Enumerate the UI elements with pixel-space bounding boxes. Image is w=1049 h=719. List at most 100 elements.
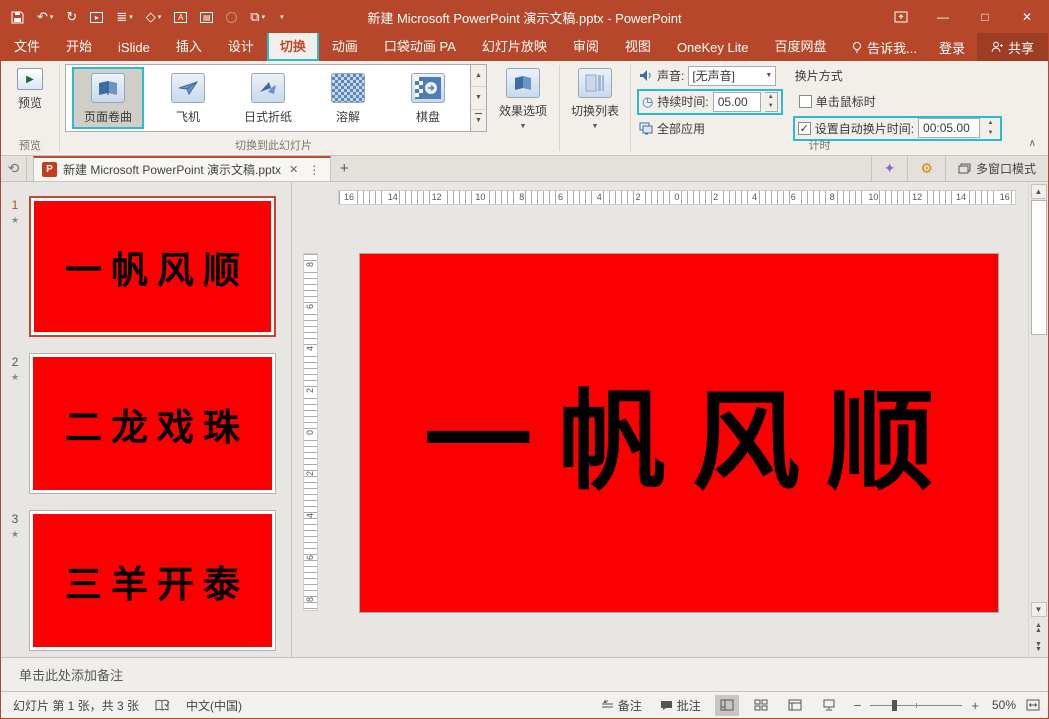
textbox-icon[interactable]: A bbox=[174, 12, 187, 23]
slide-title-text: 二龙戏珠 bbox=[56, 397, 249, 451]
slide-counter[interactable]: 幻灯片 第 1 张，共 3 张 bbox=[13, 697, 139, 714]
transition-gallery: 页面卷曲 飞机 日式折纸 溶解 棋盘 bbox=[65, 64, 471, 132]
fit-to-window-button[interactable] bbox=[1026, 699, 1040, 711]
comments-toggle[interactable]: 批注 bbox=[656, 697, 705, 714]
on-mouse-click-checkbox[interactable] bbox=[799, 95, 812, 108]
maximize-button[interactable]: □ bbox=[964, 1, 1006, 33]
zoom-slider-track[interactable] bbox=[870, 705, 962, 706]
slide-canvas[interactable]: 一帆风顺 bbox=[359, 253, 999, 613]
duration-spinner[interactable]: ▲▼ bbox=[765, 92, 778, 112]
zoom-out-icon[interactable]: − bbox=[851, 698, 865, 713]
duration-input[interactable]: 05.00 bbox=[713, 92, 761, 112]
login-button[interactable]: 登录 bbox=[927, 38, 977, 57]
transition-page-curl[interactable]: 页面卷曲 bbox=[73, 68, 143, 128]
apply-all-row[interactable]: 全部应用 bbox=[639, 118, 781, 139]
auto-advance-spinner[interactable]: ▲▼ bbox=[984, 118, 997, 138]
new-tab-icon[interactable]: + bbox=[331, 156, 357, 181]
minimize-button[interactable]: — bbox=[922, 1, 964, 33]
tab-onekey-lite[interactable]: OneKey Lite bbox=[664, 35, 762, 61]
tab-file[interactable]: 文件 bbox=[1, 31, 53, 61]
zoom-percentage[interactable]: 50% bbox=[992, 698, 1016, 712]
auto-advance-checkbox[interactable]: ✓ bbox=[798, 122, 811, 135]
tab-options-icon[interactable]: ⋮ bbox=[306, 163, 322, 177]
next-slide-icon[interactable]: ▼▼ bbox=[1031, 639, 1047, 655]
start-slideshow-icon[interactable]: ▸ bbox=[90, 12, 103, 23]
notes-pane[interactable]: 单击此处添加备注 bbox=[1, 657, 1048, 691]
scrollbar-thumb[interactable] bbox=[1031, 200, 1047, 335]
gallery-scroll-up-icon[interactable]: ▲ bbox=[471, 65, 486, 87]
transition-dissolve[interactable]: 溶解 bbox=[313, 68, 383, 128]
apply-all-icon bbox=[639, 122, 653, 135]
slide-thumbnail-1[interactable]: 1 ★ 一帆风顺 bbox=[1, 196, 291, 337]
auto-advance-input[interactable]: 00:05.00 bbox=[918, 118, 980, 138]
settings-button[interactable]: ⚙ bbox=[907, 156, 945, 181]
redo-icon[interactable]: ↻ bbox=[66, 9, 77, 25]
slide-sorter-icon bbox=[754, 699, 768, 711]
customize-qat-icon[interactable]: ▾ bbox=[278, 13, 284, 21]
sound-select[interactable]: [无声音]▼ bbox=[688, 66, 776, 86]
save-icon[interactable] bbox=[11, 11, 24, 24]
document-tab-title: 新建 Microsoft PowerPoint 演示文稿.pptx bbox=[63, 161, 281, 178]
spin-down-icon: ▼ bbox=[765, 102, 777, 111]
language-indicator[interactable]: 中文(中国) bbox=[186, 697, 242, 714]
zoom-in-icon[interactable]: + bbox=[968, 698, 982, 713]
duration-row: ◷ 持续时间: 05.00 ▲▼ bbox=[639, 91, 781, 112]
share-button[interactable]: 共享 bbox=[977, 33, 1048, 61]
tab-slideshow[interactable]: 幻灯片放映 bbox=[469, 31, 560, 61]
on-mouse-click-row[interactable]: 单击鼠标时 bbox=[795, 91, 1000, 112]
notes-toggle[interactable]: 备注 bbox=[597, 697, 646, 714]
tab-pocket-animation[interactable]: 口袋动画 PA bbox=[371, 31, 469, 61]
undo-icon[interactable]: ↶▾ bbox=[37, 9, 53, 25]
transition-airplane[interactable]: 飞机 bbox=[153, 68, 223, 128]
vertical-scrollbar[interactable]: ▲ ▼ ▲▲ ▼▼ bbox=[1028, 182, 1048, 657]
zoom-slider-thumb[interactable] bbox=[892, 700, 897, 711]
arrange-icon[interactable]: ⧉▾ bbox=[250, 9, 265, 25]
tab-insert[interactable]: 插入 bbox=[163, 31, 215, 61]
main-area: 1 ★ 一帆风顺 2 ★ 二龙戏珠 3 ★ 三羊开泰 bbox=[1, 182, 1048, 657]
preview-button[interactable]: ▶ 预览 bbox=[6, 64, 54, 139]
collapse-ribbon-icon[interactable]: ∧ bbox=[1029, 138, 1036, 149]
notes-placeholder[interactable]: 单击此处添加备注 bbox=[19, 665, 123, 684]
tab-review[interactable]: 审阅 bbox=[560, 31, 612, 61]
magic-wand-button[interactable]: ✦ bbox=[871, 156, 908, 181]
close-button[interactable]: ✕ bbox=[1006, 1, 1048, 33]
advance-slide-label: 换片方式 bbox=[795, 67, 843, 84]
previous-slide-icon[interactable]: ▲▲ bbox=[1031, 620, 1047, 636]
slide-thumbnail-2[interactable]: 2 ★ 二龙戏珠 bbox=[1, 353, 291, 494]
new-slide-icon[interactable]: ▤ bbox=[200, 12, 213, 23]
slide-main-text[interactable]: 一帆风顺 bbox=[398, 355, 960, 511]
slide-thumbnail-3[interactable]: 3 ★ 三羊开泰 bbox=[1, 510, 291, 651]
normal-view-button[interactable] bbox=[715, 695, 739, 716]
history-icon[interactable]: ⟲ bbox=[1, 156, 27, 181]
gallery-more-icon[interactable]: ▼ bbox=[471, 110, 486, 131]
slideshow-view-button[interactable] bbox=[817, 695, 841, 716]
transition-origami[interactable]: 日式折纸 bbox=[233, 68, 303, 128]
slide-number: 1 bbox=[12, 198, 19, 212]
new-section-icon[interactable]: ≣▾ bbox=[116, 9, 132, 25]
tab-design[interactable]: 设计 bbox=[215, 31, 267, 61]
effect-options-button[interactable]: 效果选项 ▼ bbox=[492, 64, 554, 139]
tab-transitions[interactable]: 切换 bbox=[267, 31, 319, 61]
tab-baidu-netdisk[interactable]: 百度网盘 bbox=[761, 31, 839, 61]
scroll-up-icon[interactable]: ▲ bbox=[1031, 184, 1047, 199]
tab-view[interactable]: 视图 bbox=[612, 31, 664, 61]
spell-check-icon[interactable] bbox=[155, 699, 170, 712]
horizontal-ruler[interactable]: 1614121086420246810121416 bbox=[338, 190, 1016, 205]
tell-me-box[interactable]: 告诉我... bbox=[842, 38, 927, 57]
auto-advance-label: 设置自动换片时间: bbox=[815, 120, 914, 137]
transition-list-button[interactable]: 切换列表 ▼ bbox=[565, 64, 625, 139]
close-tab-icon[interactable]: ✕ bbox=[287, 163, 300, 176]
scroll-down-icon[interactable]: ▼ bbox=[1031, 602, 1047, 617]
multi-window-mode-button[interactable]: 多窗口模式 bbox=[945, 156, 1048, 181]
transition-checkerboard[interactable]: 棋盘 bbox=[393, 68, 463, 128]
reading-view-button[interactable] bbox=[783, 695, 807, 716]
slide-sorter-view-button[interactable] bbox=[749, 695, 773, 716]
tab-islide[interactable]: iSlide bbox=[105, 35, 163, 61]
ribbon-display-options-icon[interactable] bbox=[880, 1, 922, 33]
vertical-ruler[interactable]: 864202468 bbox=[303, 253, 318, 611]
tab-home[interactable]: 开始 bbox=[53, 31, 105, 61]
shapes-icon[interactable]: ◇▾ bbox=[146, 9, 162, 25]
document-tab[interactable]: P 新建 Microsoft PowerPoint 演示文稿.pptx ✕ ⋮ bbox=[33, 156, 331, 181]
tab-animations[interactable]: 动画 bbox=[319, 31, 371, 61]
gallery-scroll-down-icon[interactable]: ▼ bbox=[471, 87, 486, 109]
